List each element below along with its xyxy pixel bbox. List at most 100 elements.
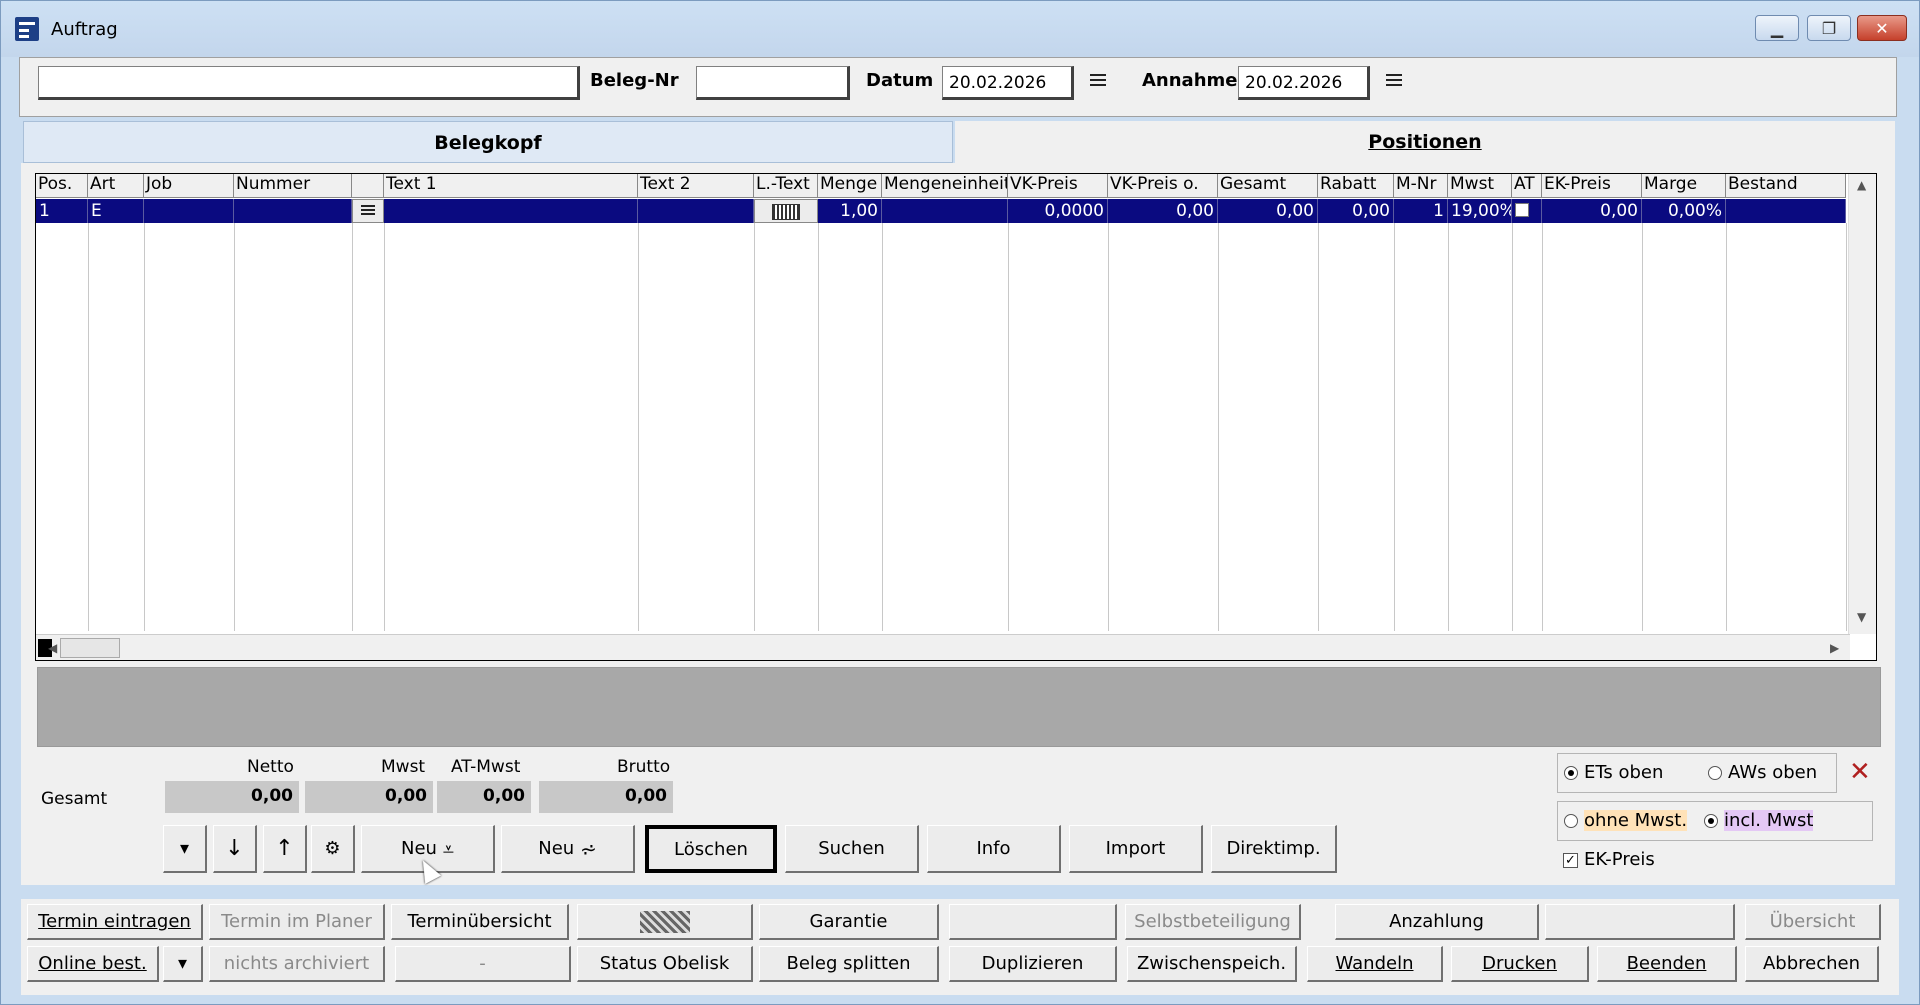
- abbrechen-button[interactable]: Abbrechen: [1745, 946, 1879, 982]
- termin-eintragen-button[interactable]: Termin eintragen: [27, 904, 203, 940]
- datum-field[interactable]: 20.02.2026: [942, 66, 1074, 100]
- cell-m-nr[interactable]: 1: [1394, 199, 1448, 223]
- col-header[interactable]: Bestand: [1726, 174, 1846, 198]
- archive-status-button[interactable]: nichts archiviert: [209, 946, 385, 982]
- blank-button-3[interactable]: [1545, 904, 1735, 940]
- termin-uebersicht-button[interactable]: Terminübersicht: [391, 904, 569, 940]
- col-header[interactable]: Nummer: [234, 174, 352, 198]
- direct-import-button[interactable]: Direktimp.: [1211, 825, 1337, 873]
- uebersicht-button[interactable]: Übersicht: [1745, 904, 1881, 940]
- beleg-splitten-button[interactable]: Beleg splitten: [759, 946, 939, 982]
- cell-ek-preis[interactable]: 0,00: [1542, 199, 1642, 223]
- col-header[interactable]: L.-Text: [754, 174, 818, 198]
- cell-bestand[interactable]: [1726, 199, 1846, 223]
- cell-vk-preis[interactable]: 0,0000: [1008, 199, 1108, 223]
- scroll-thumb[interactable]: [60, 638, 120, 658]
- cell-job[interactable]: [144, 199, 234, 223]
- cell-rabatt[interactable]: 0,00: [1318, 199, 1394, 223]
- cell-einheit[interactable]: [882, 199, 1008, 223]
- customer-field[interactable]: [38, 66, 580, 100]
- col-header[interactable]: M-Nr: [1394, 174, 1448, 198]
- col-header[interactable]: Mwst: [1448, 174, 1512, 198]
- close-button[interactable]: ✕: [1857, 15, 1907, 41]
- col-header[interactable]: Job: [144, 174, 234, 198]
- col-header[interactable]: AT: [1512, 174, 1542, 198]
- at-checkbox[interactable]: [1515, 203, 1529, 217]
- list-button[interactable]: [352, 199, 384, 223]
- col-header[interactable]: [352, 174, 384, 198]
- col-header[interactable]: Pos.: [36, 174, 88, 198]
- anzahlung-button[interactable]: Anzahlung: [1335, 904, 1539, 940]
- tab-positionen[interactable]: Positionen: [955, 121, 1895, 163]
- cell-art[interactable]: E: [88, 199, 144, 223]
- calendar-icon[interactable]: [1386, 74, 1402, 90]
- col-header[interactable]: Text 2: [638, 174, 754, 198]
- online-best-button[interactable]: Online best.: [27, 946, 159, 982]
- cell-text1[interactable]: [384, 199, 638, 223]
- online-dropdown-button[interactable]: ▾: [163, 946, 203, 982]
- search-button[interactable]: Suchen: [785, 825, 919, 873]
- col-header[interactable]: VK-Preis: [1008, 174, 1108, 198]
- blank-button[interactable]: [577, 904, 753, 940]
- col-header[interactable]: VK-Preis o.: [1108, 174, 1218, 198]
- calendar-icon[interactable]: [1090, 74, 1106, 90]
- cell-nummer[interactable]: [234, 199, 352, 223]
- status-obelisk-button[interactable]: Status Obelisk: [577, 946, 753, 982]
- col-header[interactable]: Menge: [818, 174, 882, 198]
- aws-oben-option[interactable]: AWs oben: [1708, 762, 1817, 783]
- cell-pos[interactable]: 1: [36, 199, 88, 223]
- cell-at[interactable]: [1512, 199, 1542, 223]
- scroll-down-icon[interactable]: ▼: [1857, 610, 1866, 624]
- scroll-right-icon[interactable]: ▶: [1830, 641, 1839, 655]
- col-header[interactable]: Text 1: [384, 174, 638, 198]
- scroll-left-icon[interactable]: ◀: [48, 641, 57, 655]
- close-icon[interactable]: ✕: [1849, 757, 1871, 787]
- move-up-button[interactable]: ↑: [263, 825, 307, 873]
- wandeln-button[interactable]: Wandeln: [1307, 946, 1443, 982]
- garantie-button[interactable]: Garantie: [759, 904, 939, 940]
- col-header[interactable]: Gesamt: [1218, 174, 1318, 198]
- ek-preis-checkbox[interactable]: ✓ EK-Preis: [1563, 849, 1655, 870]
- move-down-button[interactable]: ↓: [213, 825, 257, 873]
- info-button[interactable]: Info: [927, 825, 1061, 873]
- col-header[interactable]: Rabatt: [1318, 174, 1394, 198]
- dash-button[interactable]: -: [395, 946, 571, 982]
- minimize-button[interactable]: ▁: [1755, 15, 1799, 41]
- col-header[interactable]: Art: [88, 174, 144, 198]
- drucken-button[interactable]: Drucken: [1451, 946, 1589, 982]
- dropdown-button[interactable]: ▾: [163, 825, 207, 873]
- col-header[interactable]: Marge: [1642, 174, 1726, 198]
- beenden-button[interactable]: Beenden: [1597, 946, 1737, 982]
- annahme-field[interactable]: 20.02.2026: [1238, 66, 1370, 100]
- vertical-scrollbar[interactable]: ▲ ▼: [1848, 174, 1876, 634]
- restore-button[interactable]: ❐: [1807, 15, 1851, 41]
- cell-marge[interactable]: 0,00%: [1642, 199, 1726, 223]
- ohne-mwst-option[interactable]: ohne Mwst.: [1564, 810, 1688, 831]
- delete-button[interactable]: Löschen: [645, 825, 777, 873]
- horizontal-scrollbar[interactable]: ◀ ▶: [36, 634, 1850, 660]
- termin-planer-button[interactable]: Termin im Planer: [209, 904, 385, 940]
- settings-button[interactable]: ⚙: [311, 825, 355, 873]
- table-row[interactable]: 1 E 1,00 0,0000 0,00 0,00 0,00 1 19,00% …: [36, 199, 1846, 223]
- beleg-nr-field[interactable]: [696, 66, 850, 100]
- zwischenspeichern-button[interactable]: Zwischenspeich.: [1127, 946, 1297, 982]
- col-header[interactable]: EK-Preis: [1542, 174, 1642, 198]
- cell-vk-preis-o[interactable]: 0,00: [1108, 199, 1218, 223]
- cell-text2[interactable]: [638, 199, 754, 223]
- import-button[interactable]: Import: [1069, 825, 1203, 873]
- netto-value: 0,00: [165, 781, 299, 813]
- col-header[interactable]: Mengeneinheit: [882, 174, 1008, 198]
- positions-grid[interactable]: Pos. Art Job Nummer Text 1 Text 2 L.-Tex…: [35, 173, 1877, 661]
- cell-menge[interactable]: 1,00: [818, 199, 882, 223]
- longtext-button[interactable]: [754, 199, 818, 223]
- ets-oben-option[interactable]: ETs oben: [1564, 762, 1663, 783]
- duplizieren-button[interactable]: Duplizieren: [949, 946, 1117, 982]
- cell-mwst[interactable]: 19,00%: [1448, 199, 1512, 223]
- selbstbeteiligung-button[interactable]: Selbstbeteiligung: [1125, 904, 1301, 940]
- incl-mwst-option[interactable]: incl. Mwst: [1704, 810, 1814, 831]
- tab-belegkopf[interactable]: Belegkopf: [23, 121, 953, 163]
- blank-button-2[interactable]: [949, 904, 1117, 940]
- scroll-up-icon[interactable]: ▲: [1857, 178, 1866, 192]
- cell-gesamt[interactable]: 0,00: [1218, 199, 1318, 223]
- new-between-button[interactable]: Neu ⩫: [501, 825, 635, 873]
